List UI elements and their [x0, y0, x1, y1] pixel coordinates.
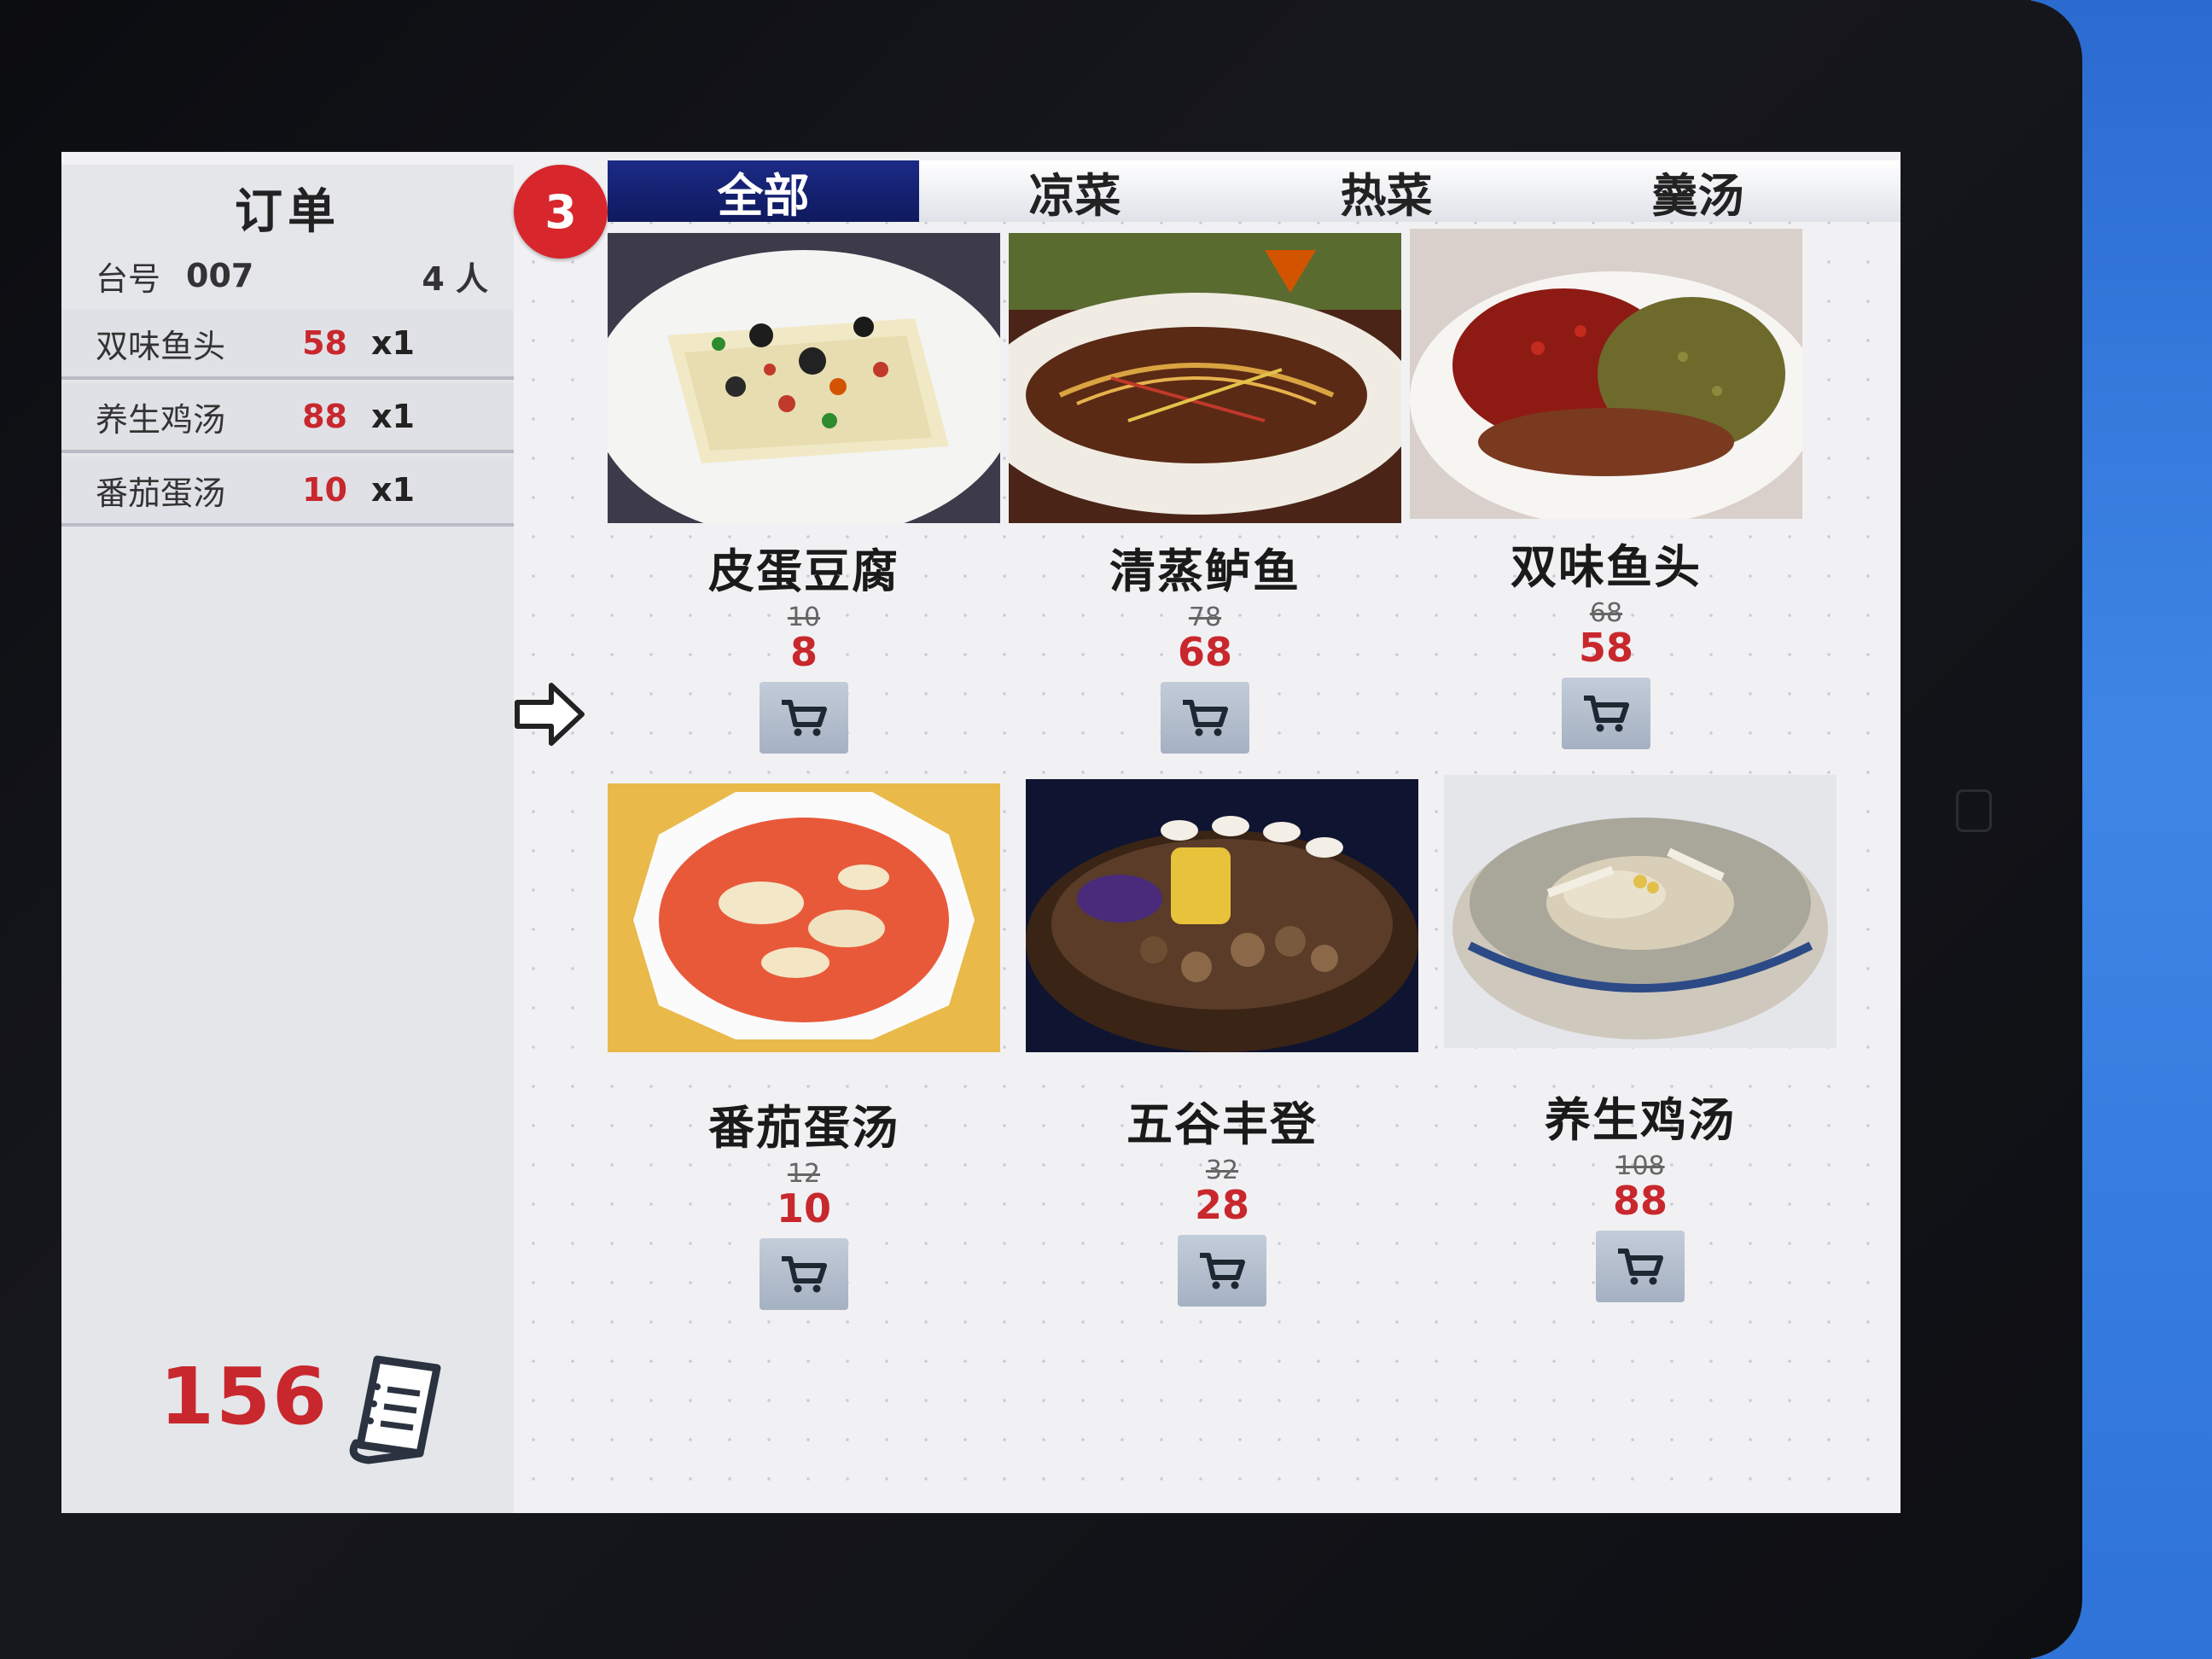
add-to-cart-button[interactable]	[760, 1238, 848, 1310]
dish-name: 养生鸡汤	[1545, 1093, 1736, 1147]
shopping-cart-icon	[1618, 1249, 1663, 1285]
dish-name: 皮蛋豆腐	[708, 544, 899, 598]
add-to-cart-button[interactable]	[1562, 678, 1650, 749]
dish-name: 五谷丰登	[1126, 1097, 1318, 1151]
order-item-name: 双味鱼头	[96, 327, 226, 365]
dish-price: 58	[1578, 625, 1633, 671]
dish-card: 五谷丰登 32 28	[1026, 779, 1418, 1307]
order-title: 订单	[235, 184, 341, 240]
dish-photo[interactable]	[1444, 775, 1837, 1048]
tab-cold-dishes[interactable]: 凉菜	[919, 160, 1231, 223]
order-item-qty: x1	[371, 471, 415, 509]
order-total: 156	[160, 1351, 329, 1442]
dish-photo[interactable]	[608, 233, 1000, 523]
order-item[interactable]: 养生鸡汤 88 x1	[61, 383, 514, 453]
table-number: 007	[186, 257, 254, 294]
cart-count-badge[interactable]: 3	[514, 165, 608, 259]
dish-photo[interactable]	[608, 783, 1000, 1052]
order-sidebar: 订单 台号 007 4 人 双味鱼头 58 x1 养生鸡汤 88 x1 番茄蛋汤…	[61, 165, 514, 1513]
order-item[interactable]: 双味鱼头 58 x1	[61, 310, 514, 380]
tab-all[interactable]: 全部	[608, 160, 919, 223]
shopping-cart-icon	[1584, 696, 1629, 732]
dish-original-price: 78	[1188, 602, 1222, 632]
dish-price: 28	[1194, 1182, 1249, 1228]
category-tabs: 全部 凉菜 热菜 羹汤	[608, 160, 1901, 223]
dish-original-price: 32	[1205, 1155, 1239, 1185]
dish-original-price: 68	[1589, 598, 1623, 628]
dish-name: 清蒸鲈鱼	[1109, 544, 1301, 598]
add-to-cart-button[interactable]	[1596, 1231, 1685, 1302]
order-item-price: 88	[302, 398, 347, 435]
order-item-price: 58	[302, 324, 347, 362]
dish-card: 清蒸鲈鱼 78 68	[1009, 233, 1401, 754]
receipt-icon[interactable]	[335, 1342, 463, 1470]
shopping-cart-icon	[1183, 700, 1228, 736]
add-to-cart-button[interactable]	[1161, 682, 1249, 754]
shopping-cart-icon	[1200, 1253, 1245, 1289]
tab-hot-dishes[interactable]: 热菜	[1231, 160, 1542, 223]
dish-card: 养生鸡汤 108 88	[1444, 775, 1837, 1302]
add-to-cart-button[interactable]	[760, 682, 848, 754]
arrow-right-icon[interactable]	[512, 677, 587, 752]
add-to-cart-button[interactable]	[1178, 1235, 1266, 1307]
order-item[interactable]: 番茄蛋汤 10 x1	[61, 457, 514, 527]
tablet-home-button	[1956, 789, 1992, 832]
order-item-name: 养生鸡汤	[96, 400, 226, 439]
dish-card: 番茄蛋汤 12 10	[608, 783, 1000, 1310]
order-item-qty: x1	[371, 398, 415, 435]
dish-price: 8	[789, 629, 818, 675]
dish-price: 10	[776, 1185, 831, 1231]
tab-soups[interactable]: 羹汤	[1542, 160, 1854, 223]
order-item-price: 10	[302, 471, 347, 509]
app-screen: 订单 台号 007 4 人 双味鱼头 58 x1 养生鸡汤 88 x1 番茄蛋汤…	[61, 152, 1901, 1513]
table-label: 台号	[96, 259, 161, 298]
order-item-qty: x1	[371, 324, 415, 362]
dish-card: 双味鱼头 68 58	[1410, 229, 1802, 749]
dish-photo[interactable]	[1026, 779, 1418, 1052]
dish-photo[interactable]	[1410, 229, 1802, 519]
dish-name: 双味鱼头	[1511, 540, 1702, 594]
dish-card: 皮蛋豆腐 10 8	[608, 233, 1000, 754]
guest-count: 4 人	[422, 259, 488, 298]
order-item-name: 番茄蛋汤	[96, 474, 226, 512]
dish-original-price: 12	[787, 1159, 821, 1189]
table-info: 台号 007 4 人	[96, 246, 488, 306]
dish-original-price: 10	[787, 602, 821, 632]
shopping-cart-icon	[782, 700, 827, 736]
dish-original-price: 108	[1615, 1151, 1665, 1181]
dish-name: 番茄蛋汤	[708, 1101, 899, 1155]
dish-photo[interactable]	[1009, 233, 1401, 523]
shopping-cart-icon	[782, 1256, 827, 1293]
tablet-bezel: 订单 台号 007 4 人 双味鱼头 58 x1 养生鸡汤 88 x1 番茄蛋汤…	[0, 0, 2082, 1659]
dish-price: 68	[1177, 629, 1232, 675]
dish-price: 88	[1612, 1178, 1668, 1224]
